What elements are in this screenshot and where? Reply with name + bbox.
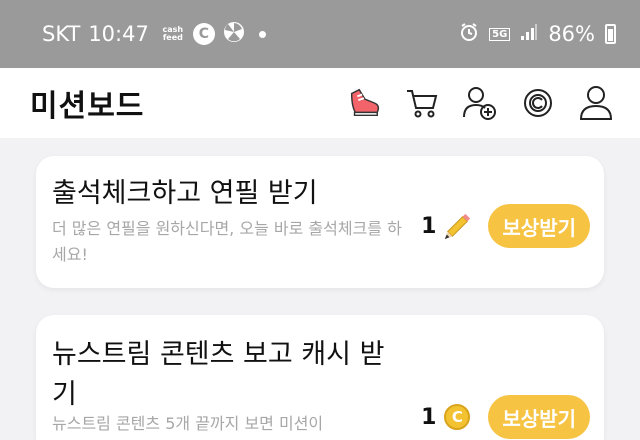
mission-card: 출석체크하고 연필 받기 더 많은 연필을 원하신다면, 오늘 바로 출석체크를…: [36, 156, 604, 288]
signal-icon: [520, 22, 538, 46]
coin-glyph: C: [444, 404, 471, 430]
mission-reward: 1 보상받기: [421, 204, 590, 248]
reward-count: 1: [421, 404, 437, 430]
mission-reward: 1 C 보상받기: [421, 395, 590, 439]
coin-history-icon[interactable]: [520, 85, 556, 121]
mission-description: 더 많은 연필을 원하신다면, 오늘 바로 출석체크를 하세요!: [52, 219, 402, 264]
coin-status-icon: C: [192, 23, 215, 45]
app-header: 미션보드: [0, 68, 640, 138]
sneaker-icon[interactable]: [346, 85, 382, 121]
fan-icon: [223, 21, 245, 48]
alarm-icon: [459, 22, 479, 47]
status-bar: SKT 10:47 cash feed C 5G 86%: [0, 0, 640, 68]
profile-icon[interactable]: [578, 85, 614, 121]
mission-card: 뉴스트림 콘텐츠 보고 캐시 받기 뉴스트림 콘텐츠 5개 끝까지 보면 미션이…: [36, 315, 604, 440]
claim-reward-button[interactable]: 보상받기: [488, 395, 590, 439]
cart-icon[interactable]: [404, 85, 440, 121]
notification-dot-icon: [258, 30, 266, 38]
carrier-label: SKT: [42, 22, 81, 46]
cashfeed-icon: cash feed: [162, 25, 184, 42]
add-friend-icon[interactable]: [462, 85, 498, 121]
claim-reward-button[interactable]: 보상받기: [488, 204, 590, 248]
battery-icon: [605, 24, 616, 44]
mission-list: 출석체크하고 연필 받기 더 많은 연필을 원하신다면, 오늘 바로 출석체크를…: [0, 138, 640, 440]
mission-title: 뉴스트림 콘텐츠 보고 캐시 받기: [52, 339, 385, 410]
battery-percent: 86%: [548, 22, 595, 46]
pencil-icon: [442, 211, 472, 241]
mission-description: 뉴스트림 콘텐츠 5개 끝까지 보면 미션이: [52, 414, 324, 433]
page-title: 미션보드: [30, 89, 145, 124]
mission-title: 출석체크하고 연필 받기: [52, 178, 318, 209]
coin-icon: C: [442, 402, 472, 432]
reward-count: 1: [421, 213, 437, 239]
clock: 10:47: [88, 22, 149, 46]
network-type-icon: 5G: [489, 27, 511, 41]
